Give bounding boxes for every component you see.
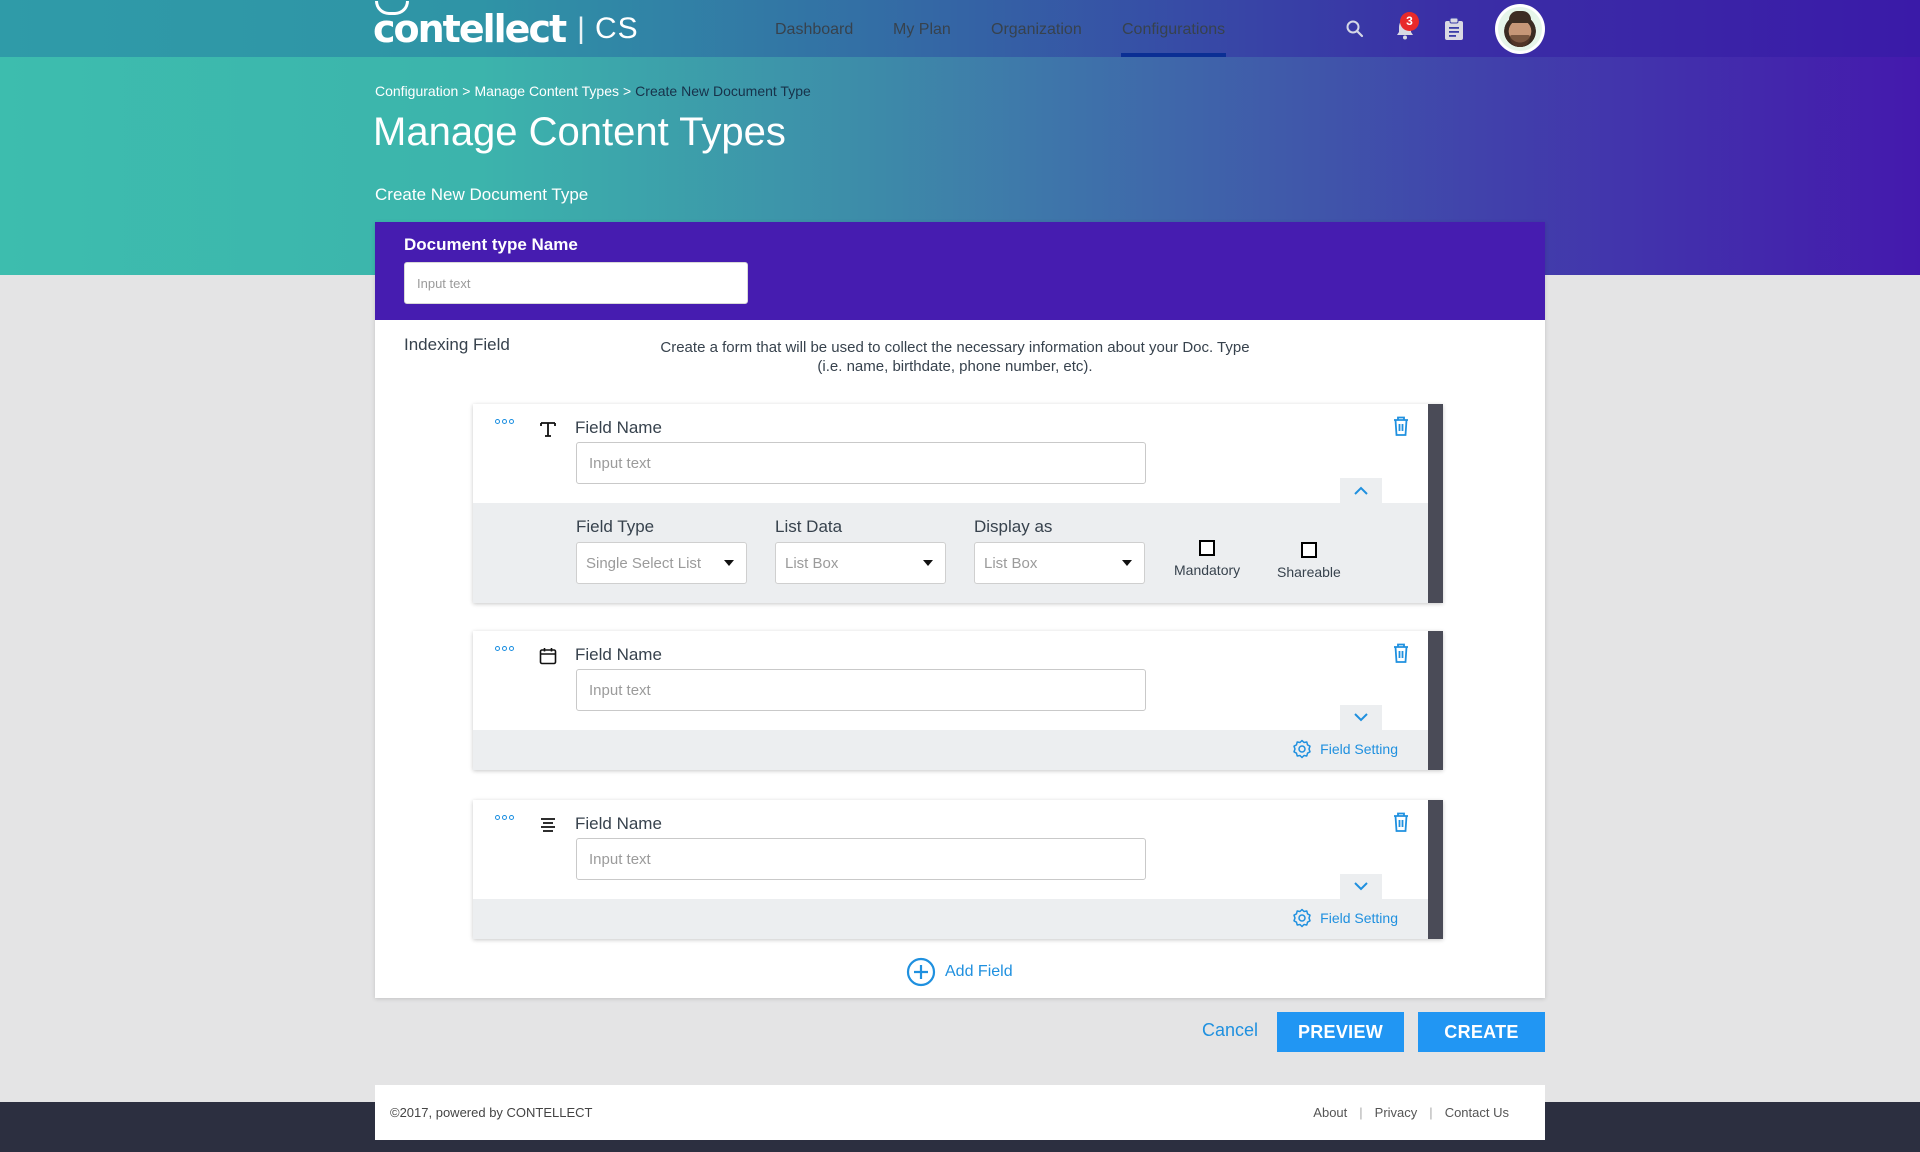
drag-handle-icon[interactable]: [495, 815, 514, 820]
create-button[interactable]: CREATE: [1418, 1012, 1545, 1052]
footer-link-about[interactable]: About: [1313, 1105, 1347, 1120]
field-type-select[interactable]: Single Select List: [576, 542, 747, 584]
footer-links: About | Privacy | Contact Us: [1313, 1105, 1509, 1120]
list-data-group: List Data List Box: [775, 517, 946, 584]
breadcrumb-manage-content-types[interactable]: Manage Content Types: [474, 83, 619, 99]
field-card: Field Name Field Setting: [473, 800, 1443, 939]
checkbox-box[interactable]: [1199, 540, 1216, 556]
text-icon: [540, 422, 556, 437]
chevron-up-icon: [1354, 486, 1368, 495]
caret-down-icon: [923, 560, 933, 566]
field-name-label: Field Name: [575, 418, 662, 437]
gear-icon: [1293, 739, 1311, 759]
page-title: Manage Content Types: [373, 110, 786, 154]
field-setting-button[interactable]: Field Setting: [1292, 739, 1398, 759]
expand-button[interactable]: [1340, 705, 1382, 730]
logo-wordmark: contellect: [373, 1, 567, 51]
display-as-value: List Box: [984, 554, 1038, 572]
list-data-value: List Box: [785, 554, 839, 572]
field-setting-button[interactable]: Field Setting: [1292, 908, 1398, 928]
mandatory-label: Mandatory: [1174, 562, 1241, 578]
expand-button[interactable]: [1340, 874, 1382, 899]
paragraph-icon: [541, 818, 555, 832]
user-avatar[interactable]: [1495, 4, 1545, 54]
field-type-group: Field Type Single Select List: [576, 517, 747, 584]
collapse-button[interactable]: [1340, 478, 1382, 503]
description-line-2: (i.e. name, birthdate, phone number, etc…: [817, 358, 1093, 375]
list-data-label: List Data: [775, 517, 843, 536]
display-as-select[interactable]: List Box: [974, 542, 1145, 584]
field-type-value: Single Select List: [586, 554, 702, 572]
field-name-input[interactable]: [576, 669, 1146, 711]
shareable-checkbox[interactable]: Shareable: [1277, 542, 1341, 580]
copyright-text: ©2017, powered by CONTELLECT: [390, 1105, 593, 1120]
document-type-name-section: Document type Name: [375, 222, 1545, 320]
nav-configurations[interactable]: Configurations: [1120, 0, 1227, 57]
drag-handle-icon[interactable]: [495, 646, 514, 651]
plus-circle-icon: [906, 957, 936, 987]
notification-badge: 3: [1400, 12, 1419, 31]
breadcrumb-configuration[interactable]: Configuration: [375, 83, 458, 99]
nav-dashboard[interactable]: Dashboard: [775, 0, 853, 57]
footer-link-privacy[interactable]: Privacy: [1375, 1105, 1418, 1120]
list-data-select[interactable]: List Box: [775, 542, 946, 584]
drag-handle-icon[interactable]: [495, 419, 514, 424]
product-name: CS: [594, 12, 639, 45]
description-line-1: Create a form that will be used to colle…: [660, 339, 1250, 356]
card-side-bar: [1428, 404, 1443, 603]
indexing-field-description: Create a form that will be used to colle…: [600, 338, 1310, 376]
field-card: Field Name Field Setting: [473, 631, 1443, 770]
checkbox-box[interactable]: [1300, 542, 1317, 558]
document-type-name-input[interactable]: [404, 262, 748, 304]
footer: ©2017, powered by CONTELLECT About | Pri…: [375, 1085, 1545, 1140]
display-as-label: Display as: [974, 517, 1053, 536]
trash-icon[interactable]: [1391, 811, 1411, 833]
cancel-button[interactable]: Cancel: [1202, 1020, 1258, 1041]
calendar-icon: [539, 648, 557, 665]
preview-button[interactable]: PREVIEW: [1277, 1012, 1404, 1052]
mandatory-checkbox[interactable]: Mandatory: [1174, 540, 1240, 578]
nav-my-plan[interactable]: My Plan: [893, 0, 951, 57]
nav-organization[interactable]: Organization: [991, 0, 1082, 57]
footer-link-contact-us[interactable]: Contact Us: [1445, 1105, 1509, 1120]
breadcrumb: Configuration > Manage Content Types > C…: [375, 83, 811, 99]
trash-icon[interactable]: [1391, 415, 1411, 437]
logo-separator: |: [577, 12, 585, 45]
display-as-group: Display as List Box: [974, 517, 1145, 584]
chevron-down-icon: [1354, 882, 1368, 891]
gear-icon: [1293, 908, 1311, 928]
create-document-type-panel: Document type Name Indexing Field Create…: [375, 222, 1545, 998]
chevron-down-icon: [1354, 713, 1368, 722]
field-type-label: Field Type: [576, 517, 655, 536]
field-setting-label: Field Setting: [1320, 910, 1398, 926]
footer-separator: |: [1359, 1105, 1363, 1120]
top-navigation-bar: [0, 0, 1920, 57]
search-icon[interactable]: [1345, 19, 1365, 39]
breadcrumb-current: Create New Document Type: [635, 83, 811, 99]
card-side-bar: [1428, 800, 1443, 939]
field-name-label: Field Name: [575, 645, 662, 664]
avatar-photo: [1498, 7, 1542, 51]
footer-separator: |: [1429, 1105, 1433, 1120]
field-card: Field Name Field Type Single Select List…: [473, 404, 1443, 603]
field-name-input[interactable]: [576, 838, 1146, 880]
card-side-bar: [1428, 631, 1443, 770]
shareable-label: Shareable: [1277, 564, 1341, 580]
page-subtitle: Create New Document Type: [375, 185, 589, 204]
add-field-label: Add Field: [945, 963, 1013, 980]
logo[interactable]: contellect | CS: [373, 1, 639, 52]
breadcrumb-separator: >: [462, 83, 471, 99]
clipboard-icon[interactable]: [1443, 17, 1465, 41]
field-name-input[interactable]: [576, 442, 1146, 484]
field-setting-label: Field Setting: [1320, 741, 1398, 757]
document-type-name-label: Document type Name: [404, 235, 578, 254]
caret-down-icon: [1122, 560, 1132, 566]
field-name-label: Field Name: [575, 814, 662, 833]
breadcrumb-separator: >: [622, 83, 632, 99]
add-field-button[interactable]: Add Field: [906, 957, 1013, 987]
indexing-field-label: Indexing Field: [404, 335, 510, 354]
trash-icon[interactable]: [1391, 642, 1411, 664]
caret-down-icon: [724, 560, 734, 566]
